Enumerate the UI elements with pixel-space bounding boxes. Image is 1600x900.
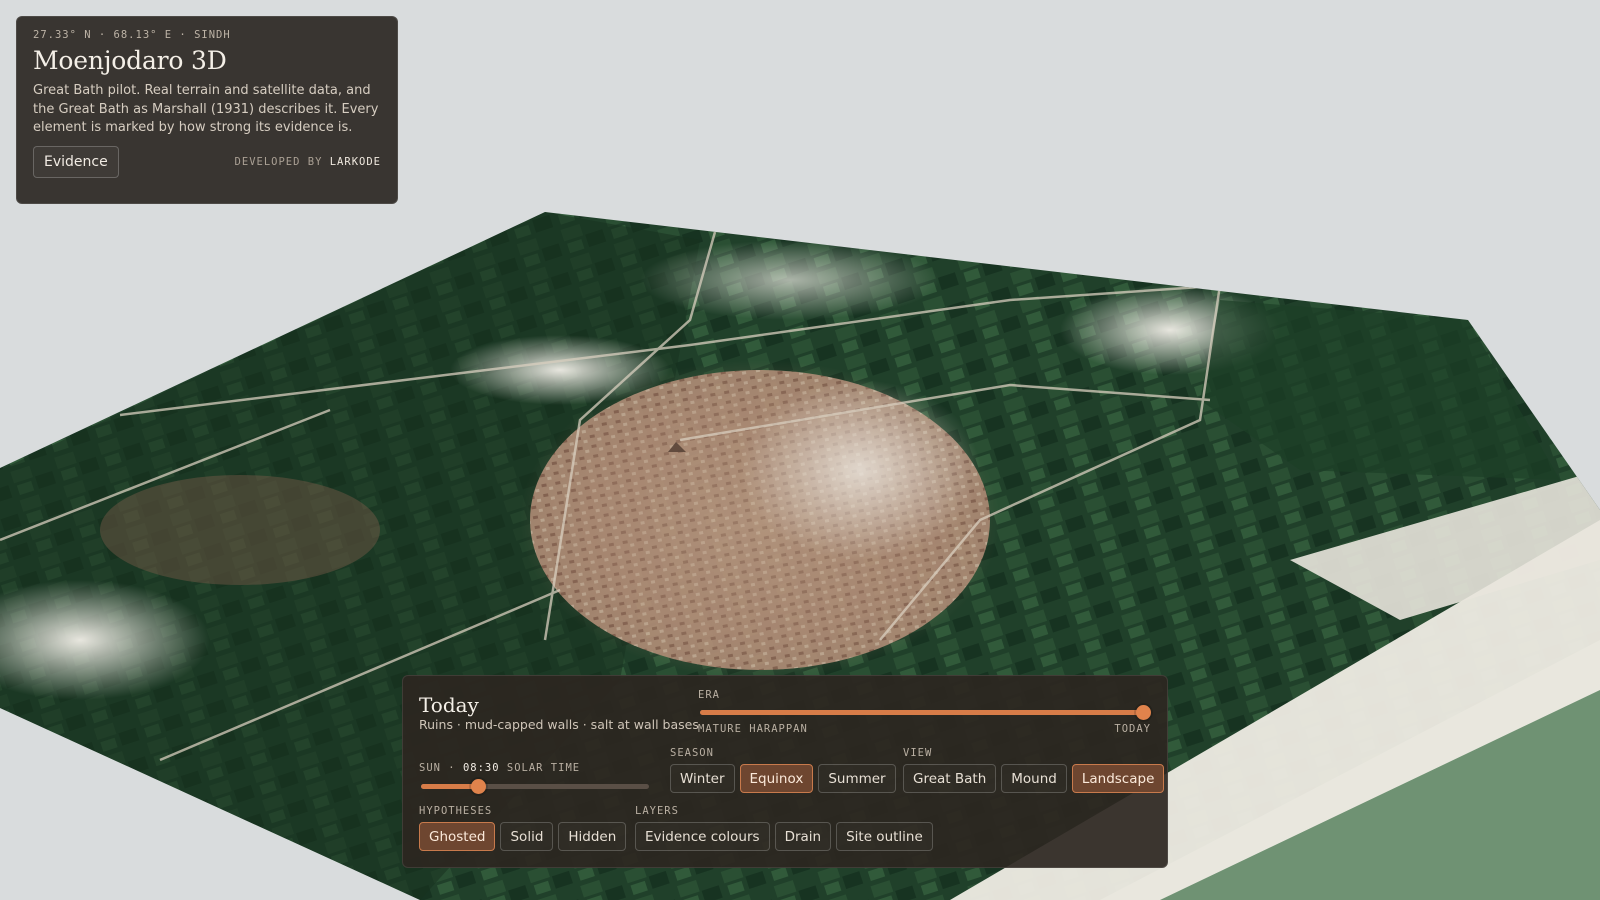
era-end-label: TODAY xyxy=(1114,723,1151,735)
view-landscape-button[interactable]: Landscape xyxy=(1071,764,1165,793)
hypotheses-ghosted-button[interactable]: Ghosted xyxy=(419,822,496,851)
era-description: Ruins · mud-capped walls · salt at wall … xyxy=(419,717,699,732)
sun-slider[interactable] xyxy=(421,779,649,794)
site-title: Moenjodaro 3D xyxy=(33,46,227,75)
sun-time-label: SUN · 08:30 SOLAR TIME xyxy=(419,762,580,774)
layers-label: LAYERS xyxy=(635,805,679,817)
hypotheses-label: HYPOTHESES xyxy=(419,805,493,817)
sun-slider-thumb[interactable] xyxy=(471,779,486,794)
era-slider[interactable] xyxy=(700,705,1151,720)
season-options: Winter Equinox Summer xyxy=(670,764,896,793)
developer-credit: DEVELOPED BY LARKODE xyxy=(235,156,381,168)
layer-drain-toggle[interactable]: Drain xyxy=(774,822,832,851)
layer-site-outline-toggle[interactable]: Site outline xyxy=(836,822,933,851)
era-label: ERA xyxy=(698,689,720,701)
evidence-button[interactable]: Evidence xyxy=(33,145,119,178)
view-mound-button[interactable]: Mound xyxy=(1001,764,1067,793)
view-label: VIEW xyxy=(903,747,933,759)
season-summer-button[interactable]: Summer xyxy=(818,764,896,793)
hypotheses-hidden-button[interactable]: Hidden xyxy=(558,822,627,851)
era-start-label: MATURE HARAPPAN xyxy=(698,723,808,735)
view-options: Great Bath Mound Landscape xyxy=(903,764,1165,793)
site-description: Great Bath pilot. Real terrain and satel… xyxy=(33,83,379,135)
season-equinox-button[interactable]: Equinox xyxy=(739,764,814,793)
era-slider-fill xyxy=(700,710,1143,715)
sun-slider-fill xyxy=(421,784,478,789)
developed-by-label: DEVELOPED BY xyxy=(234,155,323,168)
season-winter-button[interactable]: Winter xyxy=(670,764,735,793)
era-title: Today xyxy=(419,693,479,717)
layers-options: Evidence colours Drain Site outline xyxy=(635,822,933,851)
layer-evidence-colours-toggle[interactable]: Evidence colours xyxy=(635,822,770,851)
sun-label: SUN · xyxy=(419,762,456,774)
scene-control-panel: Today Ruins · mud-capped walls · salt at… xyxy=(402,675,1168,868)
site-info-card: 27.33° N · 68.13° E · SINDH Moenjodaro 3… xyxy=(16,16,398,204)
site-coordinates: 27.33° N · 68.13° E · SINDH xyxy=(33,29,231,41)
season-label: SEASON xyxy=(670,747,714,759)
era-slider-thumb[interactable] xyxy=(1136,705,1151,720)
view-great-bath-button[interactable]: Great Bath xyxy=(903,764,997,793)
solar-time-label: SOLAR TIME xyxy=(506,762,581,774)
hypotheses-solid-button[interactable]: Solid xyxy=(500,822,554,851)
sun-time-value: 08:30 xyxy=(462,762,500,774)
hypotheses-options: Ghosted Solid Hidden xyxy=(419,822,627,851)
developer-name[interactable]: LARKODE xyxy=(330,156,381,168)
